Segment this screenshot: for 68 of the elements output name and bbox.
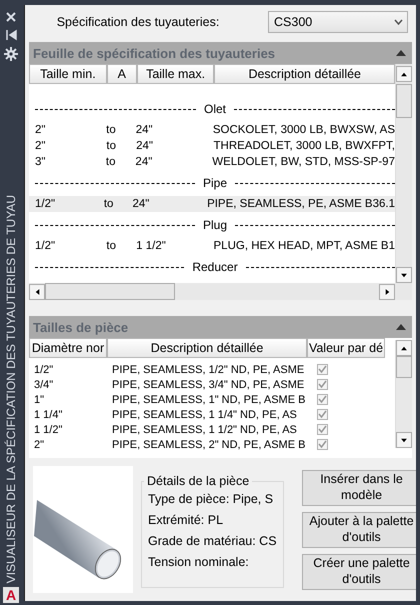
table-row[interactable]: 1/2" to 1 1/2" PLUG, HEX HEAD, MPT, ASME B1 (29, 238, 395, 254)
detail-text: Extrémité: PL (148, 513, 224, 527)
table-cell-text: 3/4" (33, 378, 54, 390)
panel-title: VISUALISEUR DE LA SPÉCIFICATION DES TUYAUTERIES DE TUYAU (4, 194, 18, 583)
scrollbar[interactable] (29, 283, 395, 300)
chevron-down-icon (394, 19, 403, 25)
checkbox[interactable] (317, 394, 328, 405)
spec-dropdown[interactable]: CS300 (268, 11, 408, 33)
table-cell-text: PIPE, SEAMLESS, 1 1/4" ND, PE, AS (111, 408, 298, 420)
table-row[interactable]: 2" to 24" THREADOLET, 3000 LB, BWXFPT, (29, 138, 395, 154)
detail-text: Grade de matériau: CS (148, 534, 277, 548)
table-cell-text: PIPE, SEAMLESS, 1" ND, PE, ASME B (111, 394, 306, 406)
table-cell-text: 1/2" (33, 364, 54, 376)
table-cell-text: PIPE, SEAMLESS, 1/2" ND, PE, ASME (111, 364, 306, 376)
scroll-left-button[interactable] (29, 284, 45, 300)
column-header[interactable]: Taille min. (29, 64, 107, 84)
field-label: Spécification des tuyauteries: (56, 15, 220, 29)
scroll-thumb[interactable] (396, 84, 412, 118)
table-cell-text: 2" (33, 438, 46, 450)
group-label: Plug (202, 218, 228, 232)
scroll-thumb[interactable] (45, 283, 175, 300)
table-cell-text: 1 1/4" (33, 408, 64, 420)
table-cell-text: 1" (33, 394, 46, 406)
scrollbar[interactable] (395, 84, 412, 283)
scroll-up-button[interactable] (396, 66, 412, 82)
column-header[interactable]: Description détaillée (214, 64, 395, 84)
column-header[interactable]: A (106, 64, 137, 84)
column-header[interactable]: Description détaillée (107, 338, 307, 358)
table-row[interactable]: 2" to 24" SOCKOLET, 3000 LB, BWXSW, AS (29, 122, 395, 138)
action-button[interactable]: Créer une palette d'outils (302, 554, 416, 590)
checkbox[interactable] (317, 424, 328, 435)
pin-icon[interactable] (5, 29, 17, 41)
column-header[interactable]: Taille max. (136, 64, 214, 84)
table-cell-text: PIPE, SEAMLESS, 3/4" ND, PE, ASME (111, 378, 306, 390)
close-icon[interactable] (5, 11, 17, 23)
group-label: Reducer (191, 260, 239, 274)
triangle-down-icon (400, 272, 408, 278)
scrollbar[interactable] (395, 340, 412, 448)
app-logo: A (3, 587, 19, 603)
scroll-thumb[interactable] (396, 356, 412, 378)
triangle-left-icon (34, 288, 40, 296)
table-row[interactable]: 1/2" to 24" PIPE, SEAMLESS, PE, ASME B36.1 (29, 196, 395, 212)
action-button[interactable]: Insérer dans le modèle (302, 470, 416, 506)
detail-text: Tension nominale: (148, 555, 250, 569)
group-label: Pipe (202, 176, 228, 190)
group-title: Détails de la pièce (146, 475, 250, 488)
column-header[interactable]: Valeur par dé (307, 338, 385, 358)
checkbox[interactable] (317, 409, 328, 420)
checkbox[interactable] (317, 439, 328, 450)
settings-icon[interactable] (4, 47, 18, 61)
column-header[interactable]: Diamètre nor (29, 338, 107, 358)
group-label: Olet (203, 102, 228, 116)
table-cell-text: PIPE, SEAMLESS, 2" ND, PE, ASME B (111, 438, 306, 450)
checkbox[interactable] (317, 364, 328, 375)
triangle-right-icon (384, 288, 390, 296)
triangle-up-icon (400, 72, 408, 76)
triangle-up-icon (400, 346, 408, 350)
triangle-down-icon (400, 438, 408, 442)
scroll-up-button[interactable] (396, 340, 412, 356)
scroll-right-button[interactable] (379, 284, 395, 300)
scroll-down-button[interactable] (396, 432, 412, 448)
table-row[interactable]: 3" to 24" WELDOLET, BW, STD, MSS-SP-97 (29, 154, 395, 170)
checkbox[interactable] (317, 379, 328, 390)
scroll-down-button[interactable] (396, 267, 412, 283)
detail-text: Type de pièce: Pipe, S (148, 492, 274, 506)
table-cell-text: 1 1/2" (33, 424, 64, 436)
action-button[interactable]: Ajouter à la palette d'outils (302, 512, 416, 548)
table-cell-text: PIPE, SEAMLESS, 1 1/2" ND, PE, AS (111, 424, 298, 436)
